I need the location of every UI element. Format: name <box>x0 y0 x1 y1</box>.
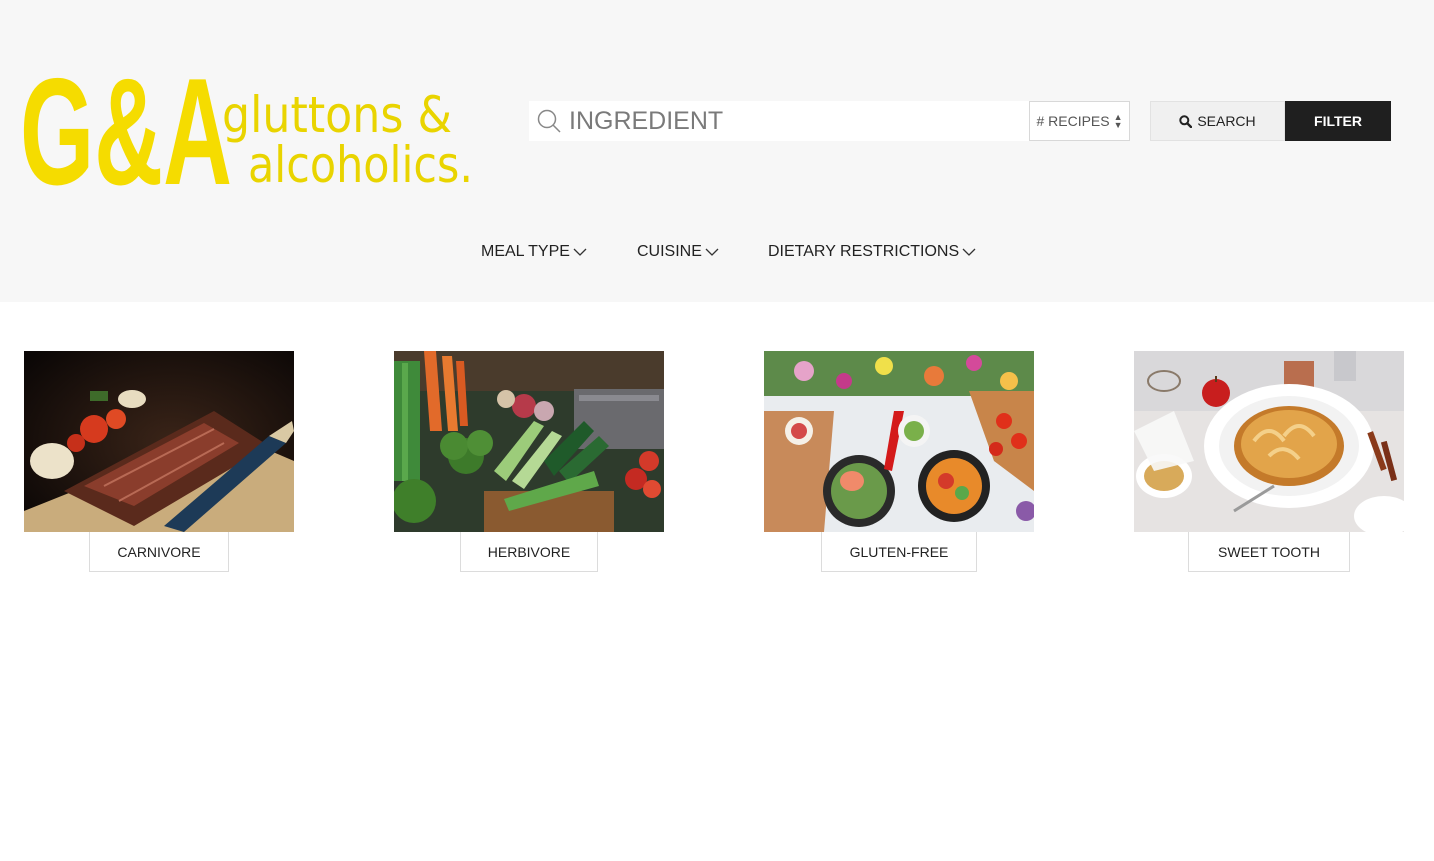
sort-arrows-icon: ▲ ▼ <box>1113 112 1123 130</box>
gluten-free-photo[interactable] <box>764 351 1034 532</box>
logo-monogram: G&A <box>20 60 232 192</box>
filter-button[interactable]: FILTER <box>1285 101 1391 141</box>
nav-meal-type[interactable]: MEAL TYPE <box>481 240 587 264</box>
nav-dietary-restrictions-label: DIETARY RESTRICTIONS <box>768 243 960 260</box>
search-button[interactable]: SEARCH <box>1150 101 1285 141</box>
carnivore-photo[interactable] <box>24 351 294 532</box>
filter-button-label: FILTER <box>1314 113 1362 129</box>
search-icon <box>537 109 561 133</box>
recipe-count-select[interactable]: # RECIPES ▲ ▼ <box>1029 101 1130 141</box>
category-card-sweet-tooth[interactable]: SWEET TOOTH <box>1134 351 1404 572</box>
search-button-label: SEARCH <box>1197 113 1256 129</box>
site-header: G&A gluttons & alcoholics. # RECIPES ▲▼ … <box>0 0 1434 302</box>
search-icon <box>1179 114 1193 128</box>
brand-logo[interactable]: G&A gluttons & alcoholics. <box>20 60 480 192</box>
category-label-text: CARNIVORE <box>117 543 201 560</box>
category-label-text: SWEET TOOTH <box>1218 543 1320 560</box>
herbivore-photo[interactable] <box>394 351 664 532</box>
category-label-sweet-tooth[interactable]: SWEET TOOTH <box>1188 532 1350 572</box>
ingredient-search <box>529 101 1029 141</box>
chevron-down-icon <box>573 248 587 256</box>
category-label-text: GLUTEN-FREE <box>849 543 949 560</box>
category-label-text: HERBIVORE <box>487 543 571 560</box>
category-label-carnivore[interactable]: CARNIVORE <box>89 532 229 572</box>
chevron-down-icon <box>962 248 976 256</box>
category-label-gluten-free[interactable]: GLUTEN-FREE <box>821 532 977 572</box>
category-label-herbivore[interactable]: HERBIVORE <box>460 532 598 572</box>
sweet-tooth-photo[interactable] <box>1134 351 1404 532</box>
logo-line-2: alcoholics. <box>248 136 473 192</box>
category-card-gluten-free[interactable]: GLUTEN-FREE <box>764 351 1034 572</box>
nav-cuisine[interactable]: CUISINE <box>637 240 719 264</box>
category-card-herbivore[interactable]: HERBIVORE <box>394 351 664 572</box>
ingredient-input[interactable] <box>569 101 1019 141</box>
nav-dietary-restrictions[interactable]: DIETARY RESTRICTIONS <box>768 240 976 264</box>
category-card-carnivore[interactable]: CARNIVORE <box>24 351 294 572</box>
nav-cuisine-label: CUISINE <box>637 243 702 260</box>
nav-meal-type-label: MEAL TYPE <box>481 243 570 260</box>
recipe-count-value: # RECIPES <box>1036 113 1110 129</box>
chevron-down-icon <box>705 248 719 256</box>
